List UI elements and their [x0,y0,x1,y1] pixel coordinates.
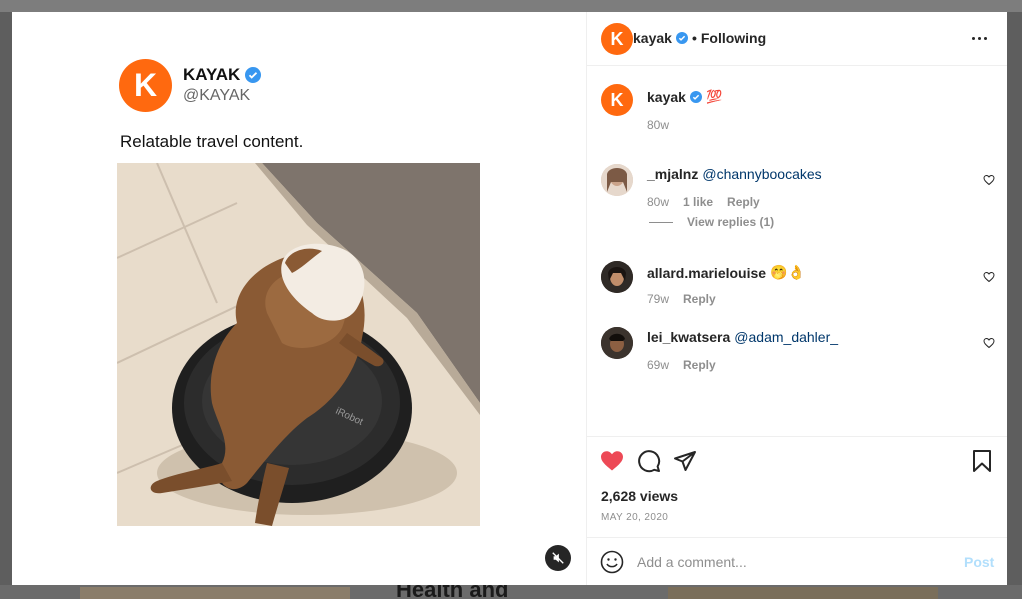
heart-outline-icon [983,271,995,283]
save-button[interactable] [970,449,994,473]
comment-text: 🤭👌 [770,264,805,280]
comment-row: _mjalnz @channyboocakes [647,166,822,182]
share-button[interactable] [673,449,697,473]
verified-badge-icon [689,91,702,103]
tweet-author-name: KAYAK [183,65,262,85]
reply-button[interactable]: Reply [683,358,716,372]
tweet-author-label: KAYAK [183,65,241,84]
more-options-button[interactable] [967,29,991,47]
more-dots-icon [971,36,975,40]
comment-row: allard.marielouise 🤭👌 [647,264,805,281]
caption-row: kayak 💯 [647,89,722,105]
comment-mention[interactable]: @adam_dahler_ [734,329,838,345]
comment-username[interactable]: _mjalnz [647,166,698,182]
comment-meta: 69w Reply [647,358,716,372]
header-separator: • [691,30,697,46]
caption-username[interactable]: kayak [647,89,686,105]
tweet-text: Relatable travel content. [120,132,304,151]
comment-like-button[interactable] [983,270,995,283]
comment-time[interactable]: 80w [647,195,669,209]
heart-outline-icon [983,337,995,349]
post-media[interactable]: K KAYAK @KAYAK Relatable travel content. [12,12,587,585]
views-count[interactable]: 2,628 views [601,488,678,504]
verified-badge-icon [675,32,688,44]
paper-plane-icon [674,451,696,471]
comment-row: lei_kwatsera @adam_dahler_ [647,329,838,345]
author-info: kayak • Following [633,30,766,46]
view-replies-button[interactable]: View replies (1) [649,215,774,229]
following-button[interactable]: Following [701,30,766,46]
caption-time[interactable]: 80w [647,118,669,132]
comment-likes[interactable]: 1 like [683,195,713,209]
comment-like-button[interactable] [983,173,995,186]
view-replies-label: View replies (1) [687,215,775,229]
reply-button[interactable]: Reply [683,292,716,306]
caption-text: 💯 [705,89,723,104]
add-comment-bar: Post [587,537,1007,585]
tweet-avatar: K [119,59,172,112]
caption-meta: 80w [647,118,669,132]
mute-button[interactable] [545,545,571,571]
post-sidebar: K kayak • Following K kayak 💯 80w _mjaln… [587,12,1007,585]
heart-filled-icon [601,451,623,471]
heart-outline-icon [983,174,995,186]
comment-meta: 80w 1 like Reply [647,195,760,209]
verified-badge-icon [245,67,262,83]
tweet-handle: @KAYAK [183,87,251,104]
post-header: K kayak • Following [587,12,1007,66]
background-page-left [0,12,12,585]
background-page-right [1007,12,1022,585]
comments-list[interactable]: K kayak 💯 80w _mjalnz @channyboocakes 80… [587,67,1007,437]
caption-avatar[interactable]: K [601,84,633,116]
background-page-bottom [0,585,1022,599]
video-frame[interactable]: iRobot [117,163,480,526]
post-button[interactable]: Post [964,554,994,570]
comment-input[interactable] [637,552,937,572]
reply-button[interactable]: Reply [727,195,760,209]
bulldog-on-robot-vacuum-image: iRobot [117,163,480,526]
smiley-icon [600,550,624,574]
comment-meta: 79w Reply [647,292,716,306]
commenter-avatar[interactable] [601,261,633,293]
background-page-top [0,0,1022,12]
bookmark-icon [973,450,991,472]
comment-username[interactable]: allard.marielouise [647,265,766,281]
comment-time[interactable]: 69w [647,358,669,372]
commenter-avatar[interactable] [601,164,633,196]
author-avatar[interactable]: K [601,23,633,55]
background-thumbnail [80,587,350,599]
comment-icon [638,450,661,473]
post-modal: K KAYAK @KAYAK Relatable travel content. [12,12,1007,585]
replies-divider [649,221,673,223]
comment-mention[interactable]: @channyboocakes [702,166,821,182]
post-date[interactable]: MAY 20, 2020 [601,512,668,523]
background-thumbnail [668,587,938,599]
comment-time[interactable]: 79w [647,292,669,306]
comment-button[interactable] [637,449,661,473]
muted-speaker-icon [552,552,564,564]
comment-username[interactable]: lei_kwatsera [647,329,730,345]
commenter-avatar[interactable] [601,327,633,359]
author-username[interactable]: kayak [633,30,672,46]
like-button[interactable] [600,449,624,473]
comment-like-button[interactable] [983,336,995,349]
post-actions: 2,628 views MAY 20, 2020 [587,436,1007,538]
emoji-button[interactable] [600,550,624,574]
